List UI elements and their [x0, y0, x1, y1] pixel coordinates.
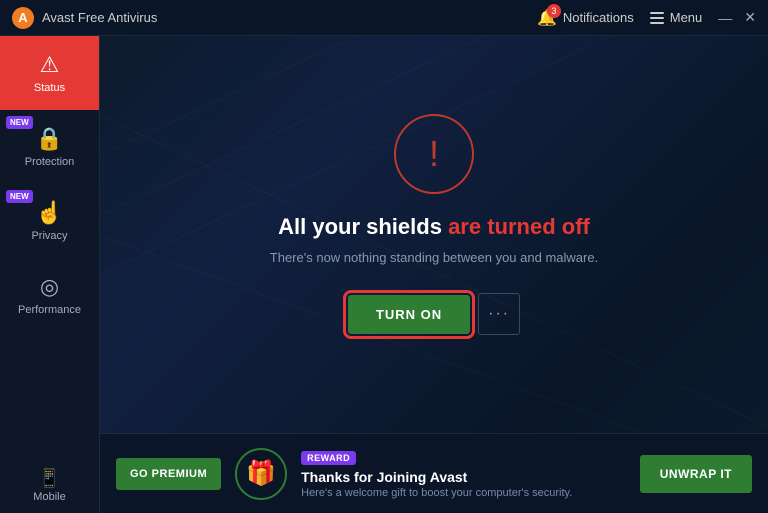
- window-controls: — ✕: [718, 9, 756, 26]
- gift-circle: 🎁: [235, 448, 287, 500]
- warning-icon: !: [429, 136, 439, 172]
- reward-bar: GO PREMIUM 🎁 REWARD Thanks for Joining A…: [100, 433, 768, 513]
- logo-letter: A: [18, 10, 27, 25]
- headline-normal: All your shields: [278, 214, 448, 239]
- status-icon: ⚠: [40, 52, 60, 78]
- avast-logo: A: [12, 7, 34, 29]
- hamburger-icon: [650, 12, 664, 24]
- minimize-button[interactable]: —: [718, 10, 732, 26]
- subtitle-text: There's now nothing standing between you…: [270, 250, 598, 265]
- go-premium-button[interactable]: GO PREMIUM: [116, 458, 221, 490]
- bell-icon: 🔔 3: [537, 8, 557, 28]
- titlebar: A Avast Free Antivirus 🔔 3 Notifications…: [0, 0, 768, 36]
- new-badge-privacy: NEW: [6, 190, 33, 203]
- sidebar-item-label: Privacy: [31, 230, 67, 242]
- main-content: ! All your shields are turned off There'…: [100, 36, 768, 513]
- sidebar-item-mobile[interactable]: 📱 Mobile: [0, 458, 99, 513]
- privacy-icon: ☝: [36, 200, 63, 226]
- sidebar-item-privacy[interactable]: NEW ☝ Privacy: [0, 184, 99, 258]
- titlebar-right: 🔔 3 Notifications Menu — ✕: [537, 8, 756, 28]
- app-body: ⚠ Status NEW 🔒 Protection NEW ☝ Privacy …: [0, 36, 768, 513]
- gift-icon: 🎁: [246, 459, 276, 488]
- close-button[interactable]: ✕: [744, 9, 756, 26]
- reward-subtitle: Here's a welcome gift to boost your comp…: [301, 487, 626, 499]
- sidebar-item-label: Status: [34, 82, 65, 94]
- headline-danger: are turned off: [448, 214, 590, 239]
- turn-on-button[interactable]: TURN ON: [348, 295, 470, 334]
- reward-content: REWARD Thanks for Joining Avast Here's a…: [301, 448, 626, 499]
- unwrap-button[interactable]: UNWRAP IT: [640, 455, 752, 493]
- more-options-button[interactable]: ···: [478, 293, 520, 335]
- app-title: Avast Free Antivirus: [42, 10, 157, 25]
- titlebar-left: A Avast Free Antivirus: [12, 7, 157, 29]
- menu-label: Menu: [670, 10, 703, 25]
- sidebar-item-label: Performance: [18, 304, 81, 316]
- sidebar-item-protection[interactable]: NEW 🔒 Protection: [0, 110, 99, 184]
- sidebar-item-performance[interactable]: ◎ Performance: [0, 258, 99, 332]
- sidebar: ⚠ Status NEW 🔒 Protection NEW ☝ Privacy …: [0, 36, 100, 513]
- performance-icon: ◎: [40, 274, 59, 300]
- new-badge-protection: NEW: [6, 116, 33, 129]
- notifications-button[interactable]: 🔔 3 Notifications: [537, 8, 634, 28]
- mobile-label: Mobile: [33, 491, 65, 503]
- reward-title: Thanks for Joining Avast: [301, 469, 626, 485]
- action-row: TURN ON ···: [348, 293, 520, 335]
- notification-badge: 3: [547, 4, 561, 18]
- menu-button[interactable]: Menu: [650, 10, 703, 25]
- sidebar-bottom: 📱 Mobile: [0, 458, 99, 513]
- protection-icon: 🔒: [36, 126, 63, 152]
- reward-badge: REWARD: [301, 451, 356, 465]
- warning-circle: !: [394, 114, 474, 194]
- sidebar-item-status[interactable]: ⚠ Status: [0, 36, 99, 110]
- headline: All your shields are turned off: [278, 214, 590, 240]
- sidebar-item-label: Protection: [25, 156, 75, 168]
- center-area: ! All your shields are turned off There'…: [100, 36, 768, 433]
- mobile-icon: 📱: [38, 468, 60, 489]
- notifications-label: Notifications: [563, 10, 634, 25]
